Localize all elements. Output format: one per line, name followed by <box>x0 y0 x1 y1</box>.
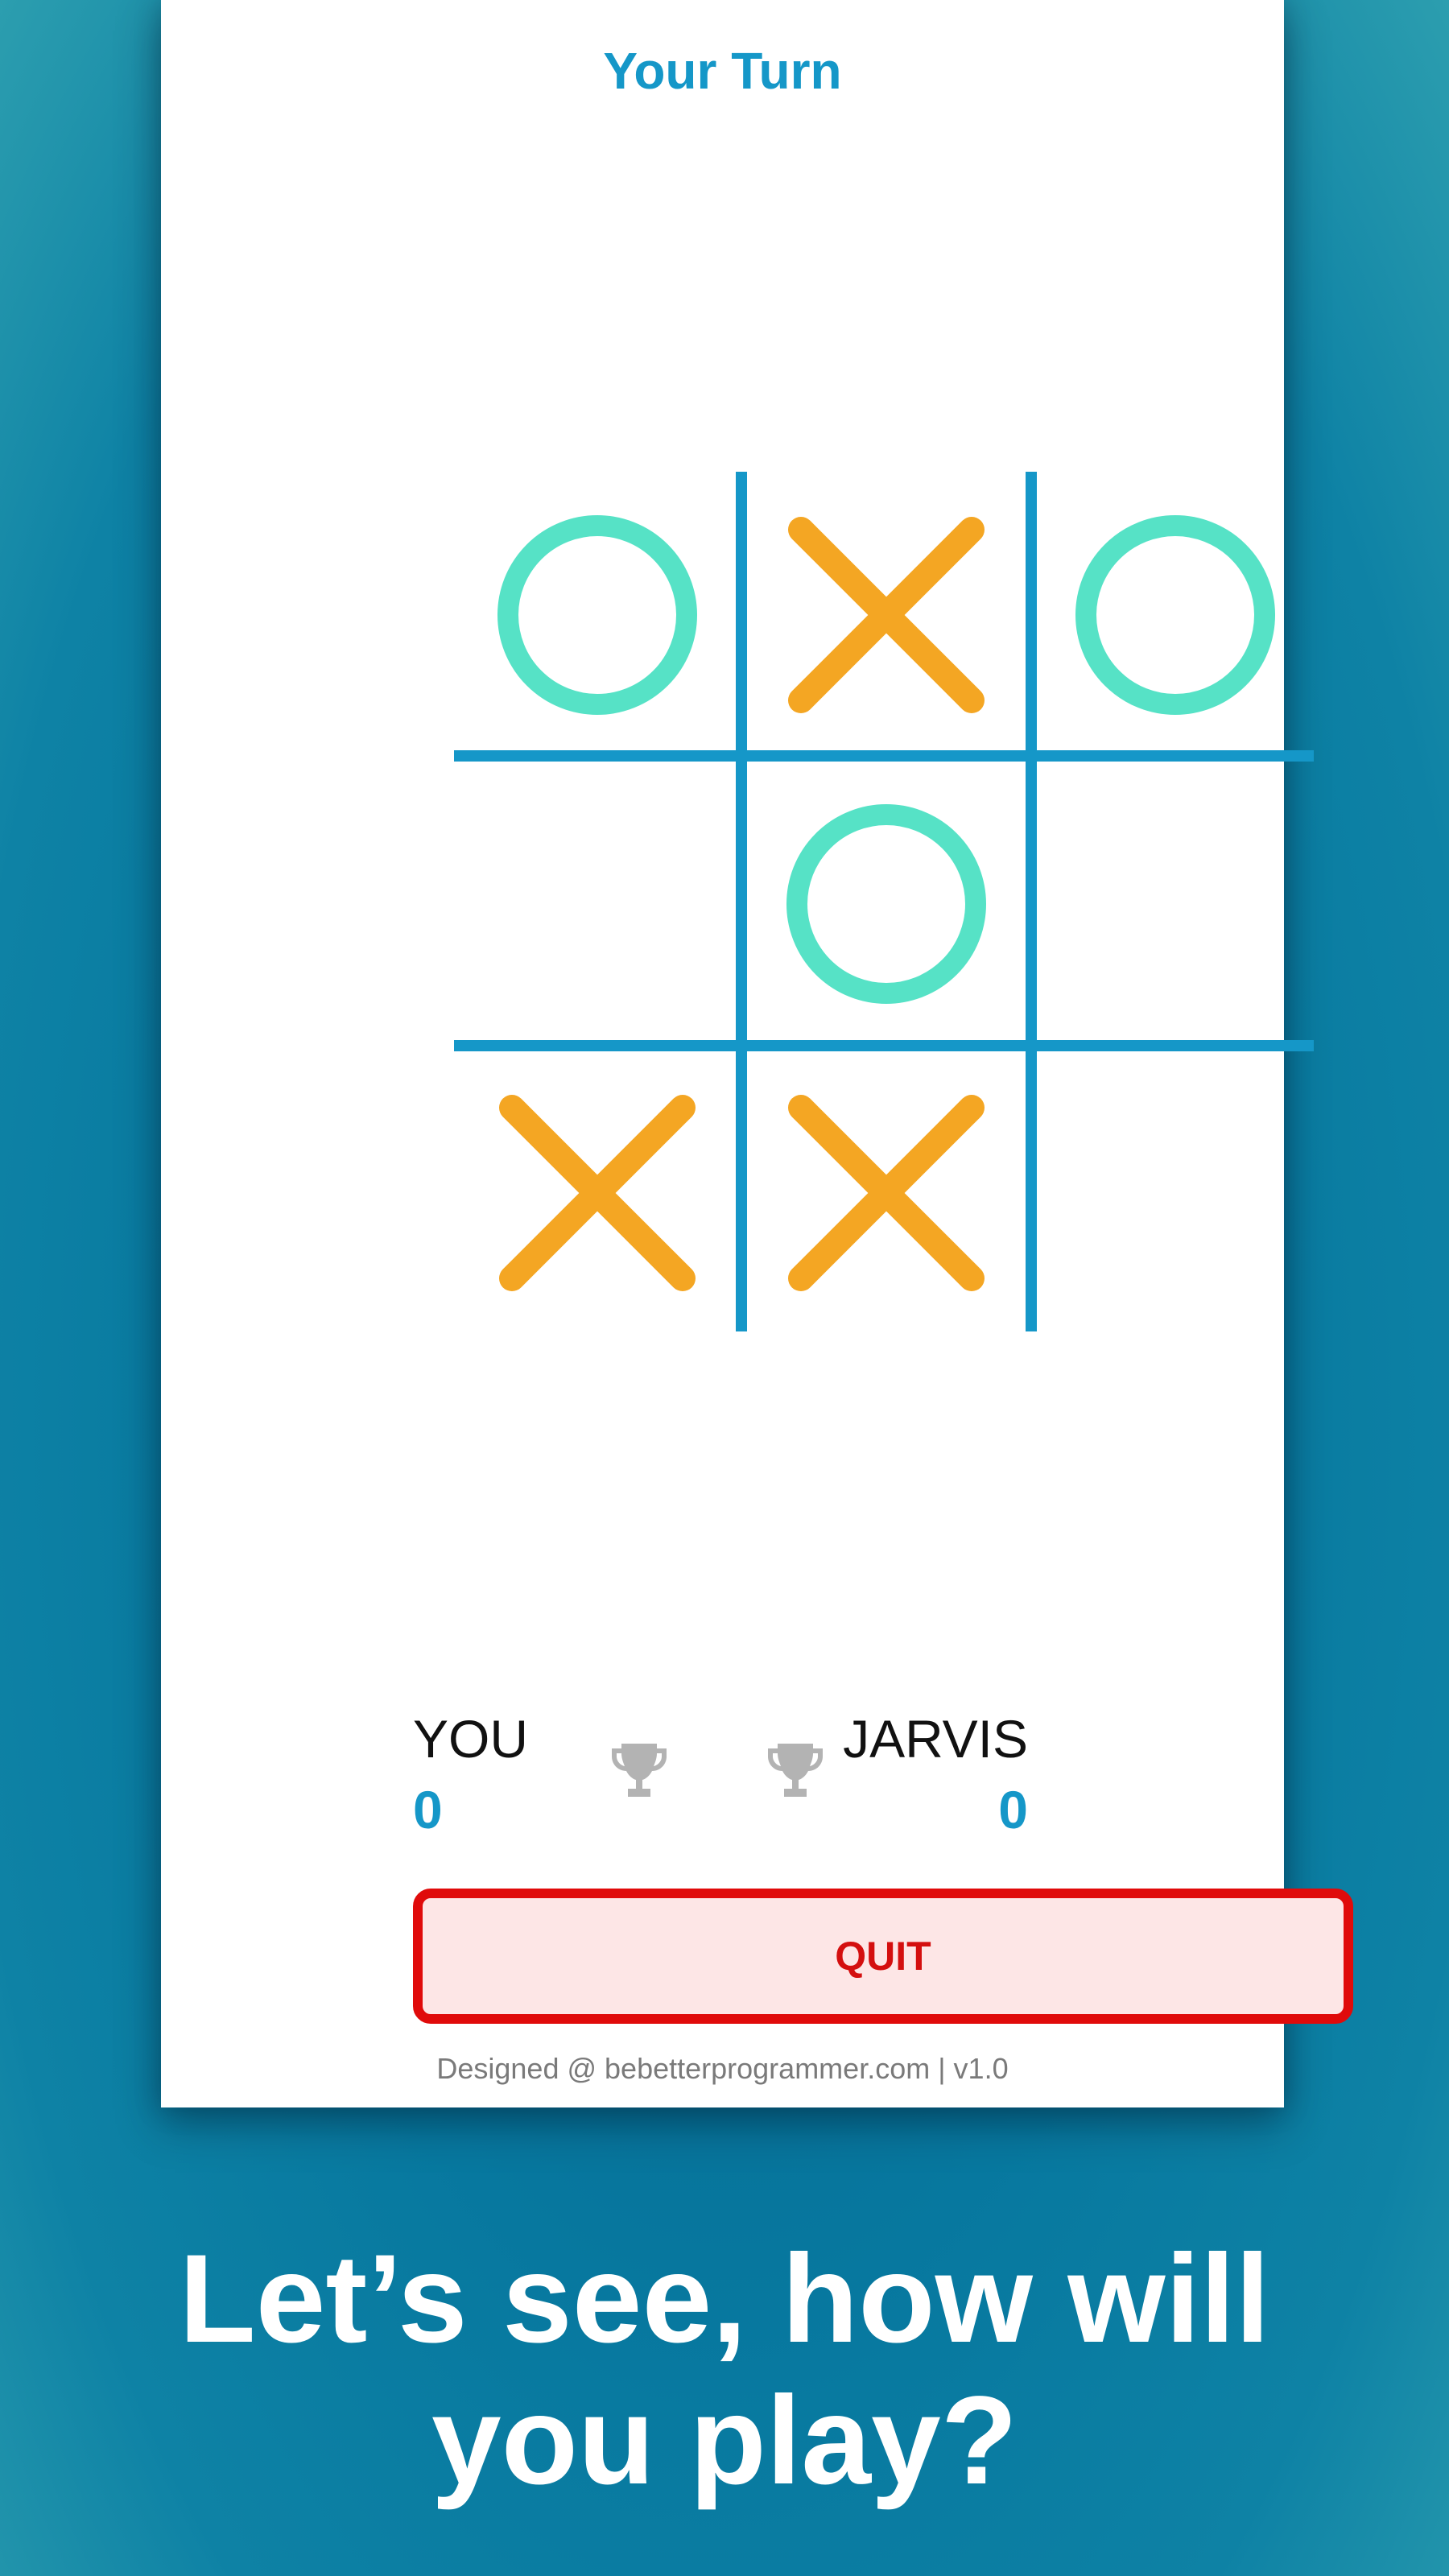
turn-indicator: Your Turn <box>603 42 842 100</box>
game-board <box>454 472 1314 1331</box>
player-name: YOU <box>413 1709 529 1769</box>
opponent-name: JARVIS <box>843 1709 1028 1769</box>
player-score-panel: YOU 0 <box>413 1707 528 1842</box>
promo-tagline-line-2: you play? <box>431 2371 1018 2511</box>
board-cell[interactable] <box>749 1056 1023 1330</box>
opponent-score-panel: JARVIS 0 <box>843 1707 1028 1842</box>
player-score: 0 <box>413 1780 443 1839</box>
board-cell[interactable] <box>460 1056 734 1330</box>
grid-line-vertical-2 <box>1026 472 1037 1331</box>
grid-line-horizontal-2 <box>454 1040 1314 1051</box>
board-cell[interactable] <box>749 478 1023 752</box>
footer-credit: Designed @ bebetterprogrammer.com | v1.0 <box>436 2052 1009 2085</box>
quit-button[interactable]: QUIT <box>413 1889 1353 2024</box>
opponent-score: 0 <box>998 1780 1028 1839</box>
board-cells <box>460 478 1312 1330</box>
game-screen: Your Turn YOU 0 JARVIS 0 QUIT Designed @… <box>161 0 1353 2107</box>
promo-tagline: Let’s see, how will you play? <box>0 2228 1449 2512</box>
promo-tagline-line-1: Let’s see, how will <box>179 2229 1270 2369</box>
trophy-icon <box>768 1744 823 1797</box>
board-grid-svg <box>454 472 1314 1331</box>
board-cell[interactable] <box>460 767 734 1041</box>
board-cell[interactable] <box>749 767 1023 1041</box>
grid-line-horizontal-1 <box>454 750 1314 762</box>
trophy-icon <box>612 1744 667 1797</box>
board-cell[interactable] <box>1038 767 1312 1041</box>
board-cell[interactable] <box>1038 478 1312 752</box>
board-cell[interactable] <box>460 478 734 752</box>
grid-line-vertical-1 <box>736 472 747 1331</box>
board-cell[interactable] <box>1038 1056 1312 1330</box>
